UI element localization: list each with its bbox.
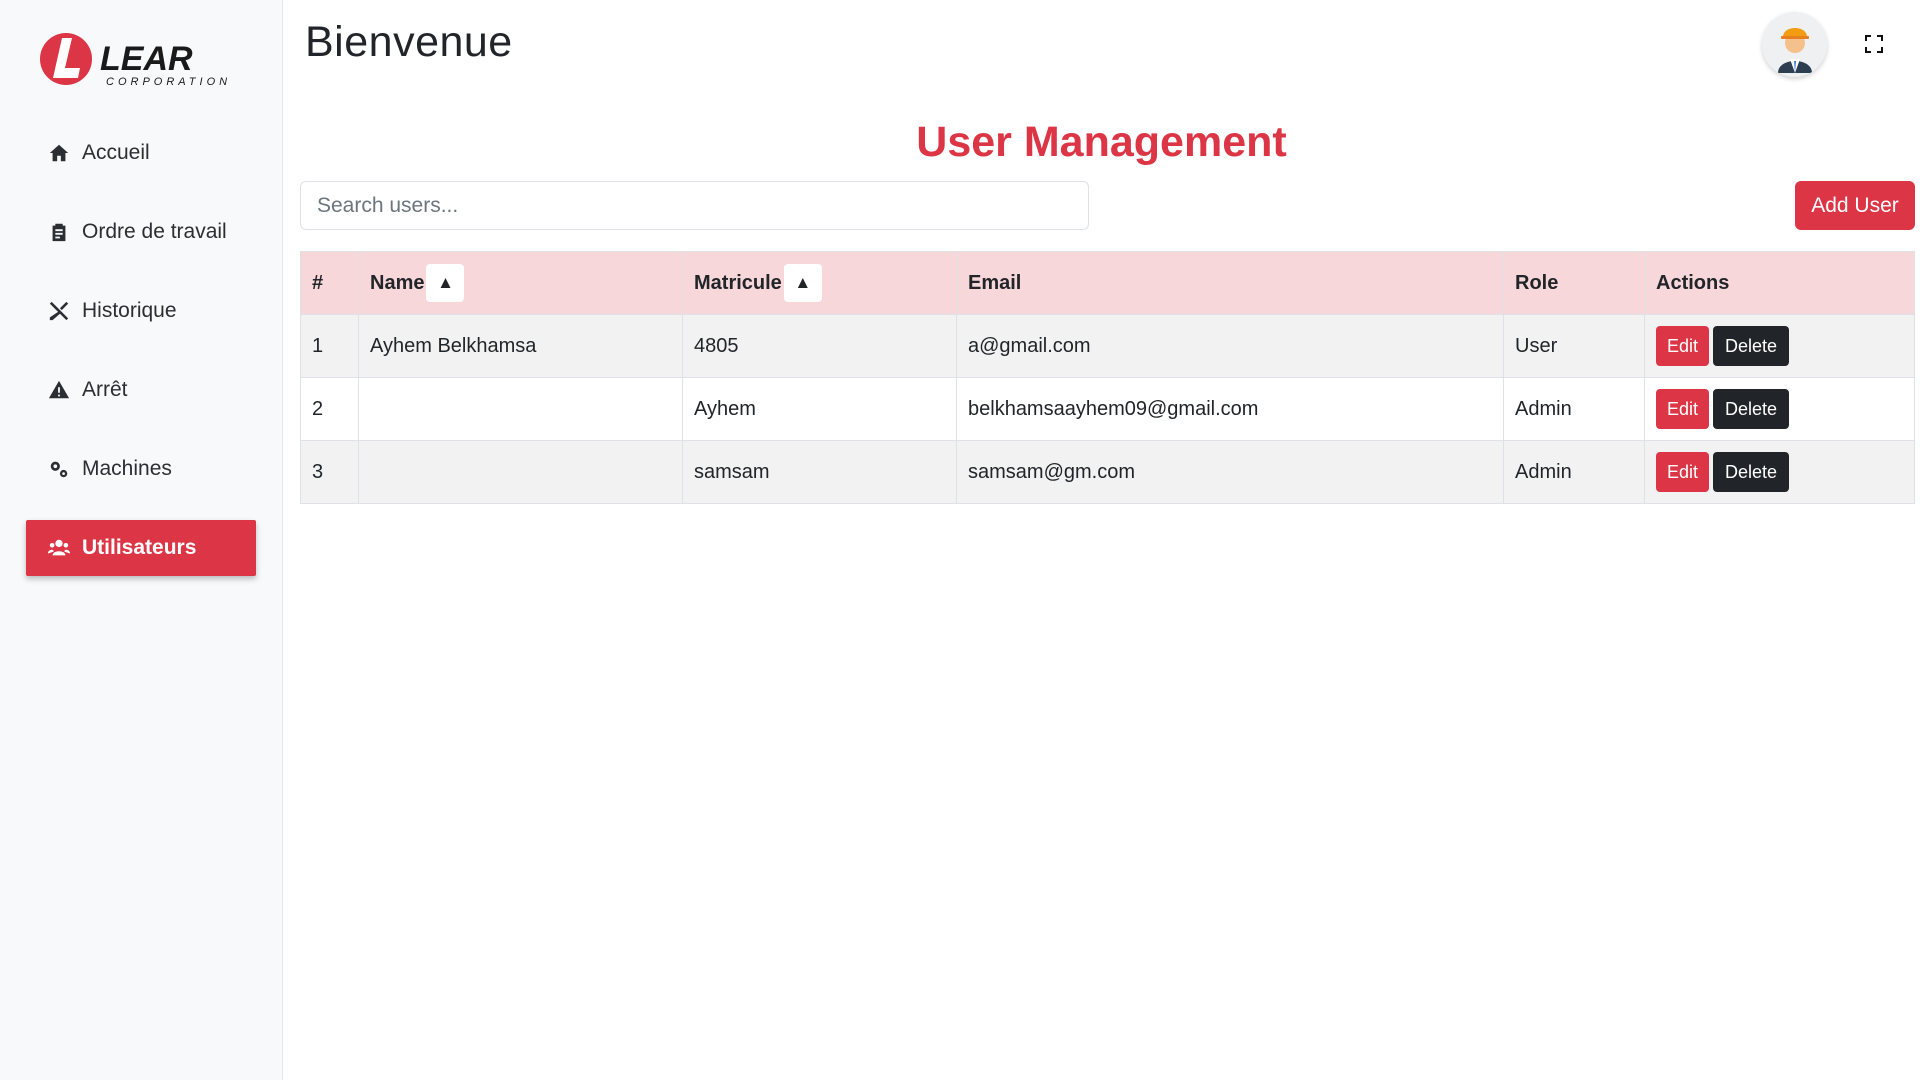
cell-email: samsam@gm.com xyxy=(956,440,1504,504)
cell-actions: Edit Delete xyxy=(1644,314,1915,378)
cell-matricule: 4805 xyxy=(682,314,957,378)
sidebar-item-label: Ordre de travail xyxy=(82,220,227,243)
header-number: # xyxy=(300,251,359,315)
table-header-row: # Name ▲ Matricule ▲ Email Role Actions xyxy=(300,251,1915,315)
sidebar-item-label: Utilisateurs xyxy=(82,536,197,559)
sidebar-item-accueil[interactable]: Accueil xyxy=(26,125,256,181)
header-name: Name ▲ xyxy=(358,251,683,315)
add-user-button[interactable]: Add User xyxy=(1795,181,1915,230)
users-table: # Name ▲ Matricule ▲ Email Role Actions … xyxy=(300,251,1915,504)
cell-number: 2 xyxy=(300,377,359,441)
search-input[interactable] xyxy=(300,181,1089,230)
cell-actions: Edit Delete xyxy=(1644,377,1915,441)
page-header-title: Bienvenue xyxy=(305,18,513,66)
tools-icon xyxy=(46,300,72,322)
lear-logo: LEAR CORPORATION xyxy=(40,28,250,90)
header-actions: Actions xyxy=(1644,251,1915,315)
cell-name: Ayhem Belkhamsa xyxy=(358,314,683,378)
sort-matricule-button[interactable]: ▲ xyxy=(783,264,822,302)
cell-email: belkhamsaayhem09@gmail.com xyxy=(956,377,1504,441)
sidebar-item-arret[interactable]: Arrêt xyxy=(26,362,256,418)
cell-number: 3 xyxy=(300,440,359,504)
cell-email: a@gmail.com xyxy=(956,314,1504,378)
sidebar-item-utilisateurs[interactable]: Utilisateurs xyxy=(26,520,256,576)
sidebar-item-label: Arrêt xyxy=(82,378,128,401)
cell-role: Admin xyxy=(1503,377,1645,441)
table-row: 2 Ayhem belkhamsaayhem09@gmail.com Admin… xyxy=(300,377,1915,441)
table-row: 1 Ayhem Belkhamsa 4805 a@gmail.com User … xyxy=(300,314,1915,378)
sidebar: LEAR CORPORATION Accueil Ordre de travai… xyxy=(0,0,283,1080)
edit-button[interactable]: Edit xyxy=(1656,326,1710,366)
user-management-title: User Management xyxy=(916,118,1287,166)
warning-icon xyxy=(46,379,72,401)
sidebar-item-label: Accueil xyxy=(82,141,150,164)
cell-role: User xyxy=(1503,314,1645,378)
logo-text: LEAR xyxy=(100,40,193,78)
header-matricule-label: Matricule xyxy=(694,271,782,294)
header-email: Email xyxy=(956,251,1504,315)
edit-button[interactable]: Edit xyxy=(1656,452,1710,492)
sidebar-nav: Accueil Ordre de travail Historique Arrê… xyxy=(26,125,256,599)
cell-role: Admin xyxy=(1503,440,1645,504)
header-matricule: Matricule ▲ xyxy=(682,251,957,315)
sort-name-button[interactable]: ▲ xyxy=(426,264,465,302)
home-icon xyxy=(46,142,72,164)
users-icon xyxy=(46,537,72,559)
cell-matricule: samsam xyxy=(682,440,957,504)
sidebar-item-label: Historique xyxy=(82,299,177,322)
header-role: Role xyxy=(1503,251,1645,315)
cell-name xyxy=(358,440,683,504)
sidebar-item-ordre-de-travail[interactable]: Ordre de travail xyxy=(26,204,256,260)
header-name-label: Name xyxy=(370,271,425,294)
clipboard-icon xyxy=(46,221,72,243)
sidebar-item-historique[interactable]: Historique xyxy=(26,283,256,339)
edit-button[interactable]: Edit xyxy=(1656,389,1710,429)
delete-button[interactable]: Delete xyxy=(1713,326,1790,366)
cell-actions: Edit Delete xyxy=(1644,440,1915,504)
delete-button[interactable]: Delete xyxy=(1713,389,1790,429)
sidebar-item-machines[interactable]: Machines xyxy=(26,441,256,497)
table-row: 3 samsam samsam@gm.com Admin Edit Delete xyxy=(300,440,1915,504)
gears-icon xyxy=(46,458,72,480)
expand-icon[interactable] xyxy=(1862,32,1886,56)
sidebar-item-label: Machines xyxy=(82,457,172,480)
delete-button[interactable]: Delete xyxy=(1713,452,1790,492)
cell-name xyxy=(358,377,683,441)
worker-avatar-icon[interactable] xyxy=(1762,12,1827,77)
cell-matricule: Ayhem xyxy=(682,377,957,441)
logo-subtext: CORPORATION xyxy=(106,76,231,88)
cell-number: 1 xyxy=(300,314,359,378)
